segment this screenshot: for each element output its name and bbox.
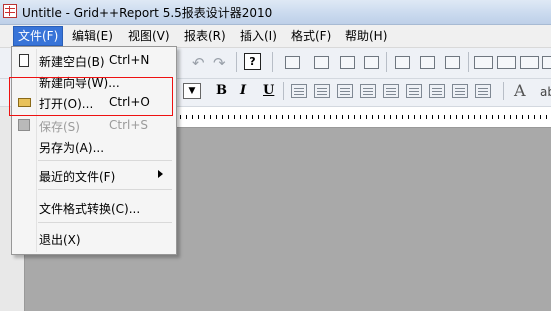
highlight-annotation-box <box>9 77 173 116</box>
same-height-icon[interactable] <box>497 56 516 69</box>
menu-help[interactable]: 帮助(H) <box>341 27 391 45</box>
same-size-icon[interactable] <box>520 56 539 69</box>
align-right-edges-icon[interactable] <box>340 56 355 69</box>
menu-edit[interactable]: 编辑(E) <box>68 27 117 45</box>
toolbar-separator <box>283 82 284 100</box>
underline-button[interactable]: U <box>263 83 274 98</box>
menu-item-label: 最近的文件(F) <box>39 170 116 184</box>
italic-button[interactable]: I <box>240 83 246 98</box>
title-bar: Untitle - Grid++Report 5.5报表设计器2010 <box>0 0 551 25</box>
font-size-dropdown-arrow[interactable]: ▼ <box>183 83 201 99</box>
same-width-icon[interactable] <box>474 56 493 69</box>
submenu-arrow-icon <box>158 170 163 178</box>
text-align-justify-icon[interactable] <box>429 84 445 98</box>
menu-item-shortcut: Ctrl+N <box>109 53 150 67</box>
menu-separator <box>38 222 172 223</box>
menu-view[interactable]: 视图(V) <box>124 27 174 45</box>
align-bottom-icon[interactable] <box>364 56 379 69</box>
app-icon <box>3 4 17 18</box>
menu-item-recent-files[interactable]: 最近的文件(F) <box>12 166 176 186</box>
toolbar-separator <box>272 52 273 72</box>
text-align-distribute-icon[interactable] <box>452 84 468 98</box>
menu-item-shortcut: Ctrl+S <box>109 118 149 132</box>
text-align-middle-icon[interactable] <box>383 84 399 98</box>
align-middle-icon[interactable] <box>420 56 435 69</box>
menu-separator <box>38 160 172 161</box>
toolbar-separator <box>468 52 469 72</box>
menu-item-label: 保存(S) <box>39 120 80 134</box>
font-sample-text: ab <box>540 85 551 99</box>
menu-file[interactable]: 文件(F) <box>13 26 64 46</box>
text-align-bottom-icon[interactable] <box>406 84 422 98</box>
undo-icon[interactable]: ↶ <box>192 54 205 72</box>
menu-item-label: 另存为(A)... <box>39 141 105 155</box>
menu-item-convert-format[interactable]: 文件格式转换(C)... <box>12 198 176 218</box>
toolbar-separator <box>236 52 237 72</box>
align-top-icon[interactable] <box>395 56 410 69</box>
menu-insert[interactable]: 插入(I) <box>236 27 281 45</box>
menu-item-exit[interactable]: 退出(X) <box>12 229 176 249</box>
align-centers-icon[interactable] <box>314 56 329 69</box>
font-icon[interactable]: A <box>514 81 526 100</box>
text-align-center-icon[interactable] <box>314 84 330 98</box>
save-disk-icon <box>18 119 30 131</box>
text-align-left-icon[interactable] <box>291 84 307 98</box>
menu-item-new-blank[interactable]: 新建空白(B) Ctrl+N <box>12 51 176 71</box>
help-icon[interactable]: ? <box>244 53 261 70</box>
align-bottom-edges-icon[interactable] <box>445 56 460 69</box>
bold-button[interactable]: B <box>216 83 227 98</box>
menu-item-save: 保存(S) Ctrl+S <box>12 116 176 136</box>
menu-item-label: 新建空白(B) <box>39 55 105 69</box>
menu-item-label: 退出(X) <box>39 233 81 247</box>
toolbar-separator <box>503 82 504 100</box>
menu-item-label: 文件格式转换(C)... <box>39 202 141 216</box>
text-align-right-icon[interactable] <box>337 84 353 98</box>
window-title: Untitle - Grid++Report 5.5报表设计器2010 <box>22 6 273 20</box>
menu-item-save-as[interactable]: 另存为(A)... <box>12 137 176 157</box>
menu-report[interactable]: 报表(R) <box>180 27 230 45</box>
space-evenly-icon[interactable] <box>542 56 551 69</box>
text-align-top-icon[interactable] <box>360 84 376 98</box>
redo-icon[interactable]: ↷ <box>213 54 226 72</box>
menu-format[interactable]: 格式(F) <box>287 27 335 45</box>
menu-bar: 文件(F) 编辑(E) 视图(V) 报表(R) 插入(I) 格式(F) 帮助(H… <box>0 25 551 48</box>
text-align-fill-icon[interactable] <box>475 84 491 98</box>
align-left-edges-icon[interactable] <box>285 56 300 69</box>
toolbar-separator <box>386 52 387 72</box>
new-document-icon <box>19 54 29 67</box>
menu-separator <box>38 189 172 190</box>
